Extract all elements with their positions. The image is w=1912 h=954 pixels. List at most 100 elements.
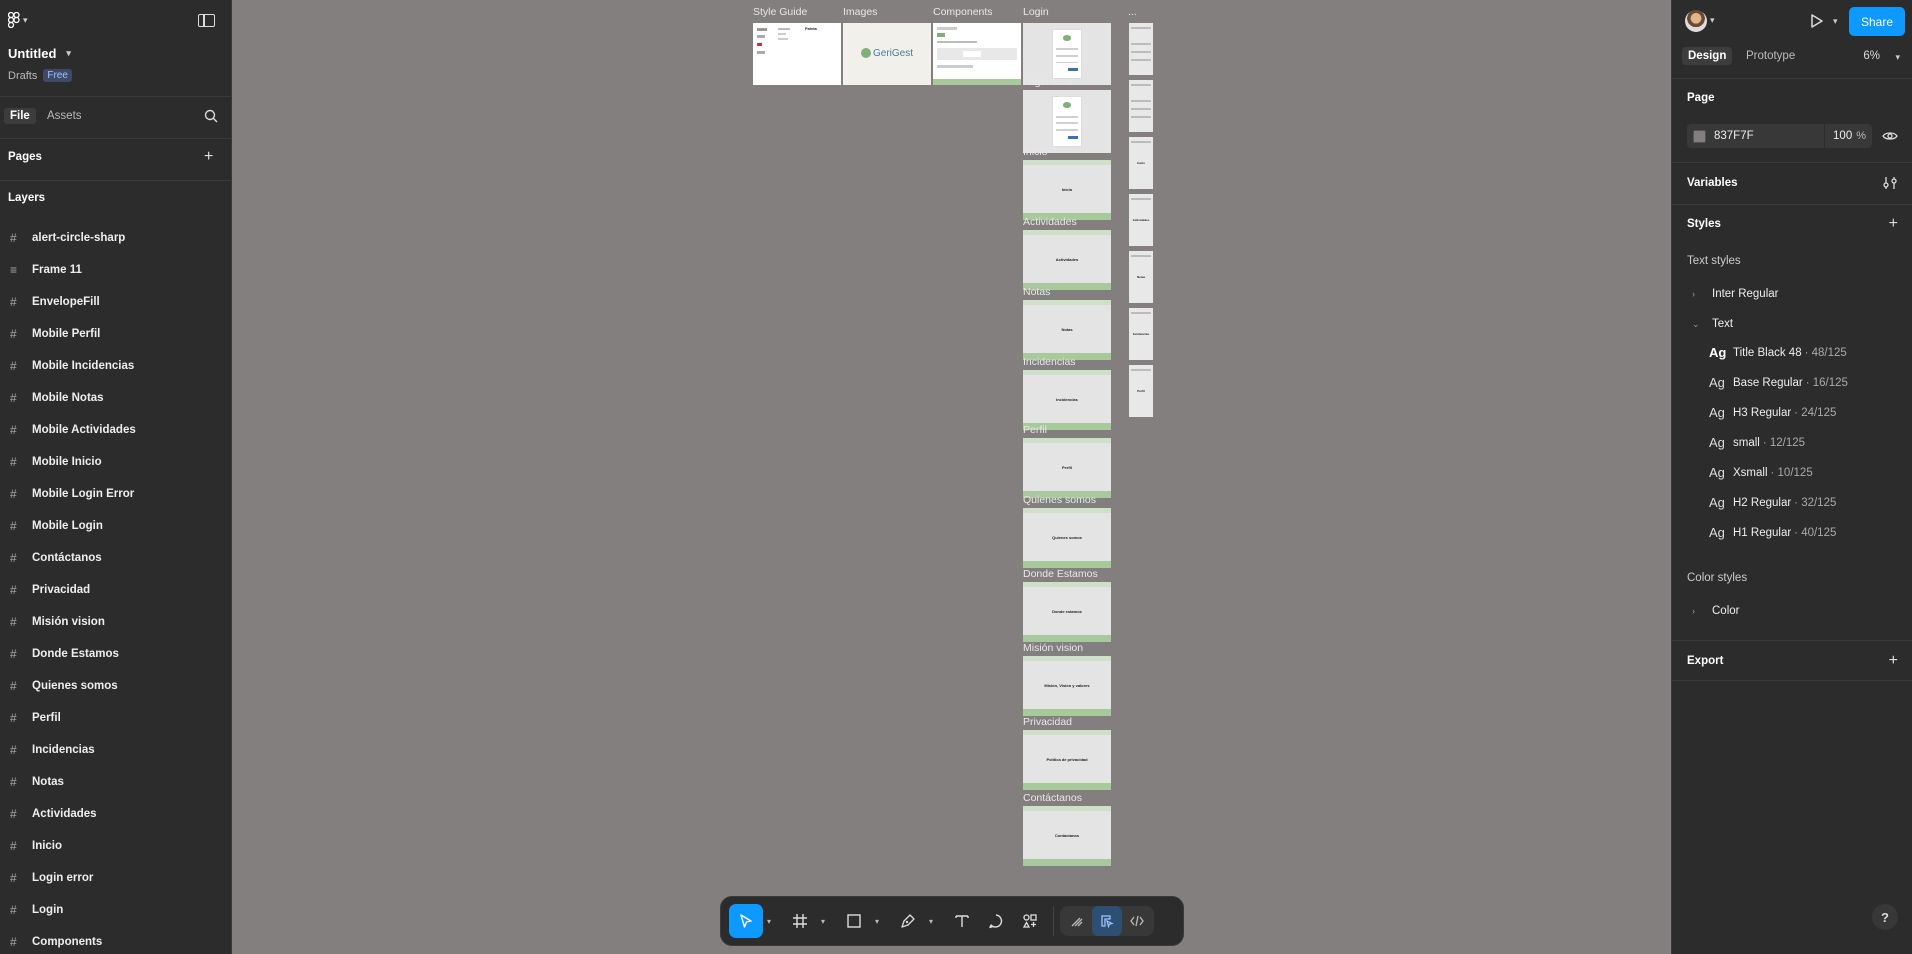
- layer-item[interactable]: # Inicio: [0, 830, 232, 862]
- frame-components[interactable]: [933, 23, 1021, 85]
- mobile-frame-thumbnail[interactable]: Notas: [1129, 251, 1153, 303]
- add-page-button[interactable]: +: [204, 149, 213, 165]
- file-title-button[interactable]: Untitled ▾: [8, 46, 71, 61]
- frame-label-style-guide[interactable]: Style Guide: [753, 6, 807, 18]
- layer-item[interactable]: # Mobile Actividades: [0, 414, 232, 446]
- layer-item[interactable]: # Contáctanos: [0, 542, 232, 574]
- mobile-frame-thumbnail[interactable]: [1129, 80, 1153, 132]
- frame-label[interactable]: Inicio: [1023, 146, 1048, 158]
- chevron-down-icon[interactable]: ▾: [925, 917, 937, 926]
- sidebar-toggle-icon[interactable]: [198, 14, 215, 27]
- shape-tool-button[interactable]: [837, 904, 871, 938]
- text-style-item[interactable]: Ag Title Black 48 · 48/125: [1709, 345, 1847, 360]
- layer-item[interactable]: # Privacidad: [0, 574, 232, 606]
- help-button[interactable]: ?: [1872, 904, 1898, 930]
- frame-label-login[interactable]: Login: [1023, 6, 1049, 18]
- frame-thumbnail[interactable]: Política de privacidad: [1023, 730, 1111, 790]
- dev-mode-button[interactable]: [1122, 906, 1152, 936]
- search-icon[interactable]: [204, 109, 218, 123]
- chevron-down-icon[interactable]: ▾: [1710, 15, 1715, 26]
- eye-icon[interactable]: [1882, 128, 1898, 144]
- layer-item[interactable]: # alert-circle-sharp: [0, 222, 232, 254]
- tab-design[interactable]: Design: [1682, 47, 1733, 65]
- text-style-item[interactable]: Ag H2 Regular · 32/125: [1709, 495, 1836, 510]
- layer-item[interactable]: # Quienes somos: [0, 670, 232, 702]
- chevron-down-icon[interactable]: ▾: [1833, 16, 1838, 27]
- frame-thumbnail[interactable]: Actividades: [1023, 230, 1111, 290]
- layer-item[interactable]: # Login error: [0, 862, 232, 894]
- frame-label[interactable]: Quienes somos: [1023, 494, 1096, 506]
- chevron-down-icon[interactable]: ▾: [817, 917, 829, 926]
- layer-item[interactable]: # Perfil: [0, 702, 232, 734]
- frame-label[interactable]: Notas: [1023, 286, 1050, 298]
- design-mode-button[interactable]: [1092, 906, 1122, 936]
- variables-sliders-icon[interactable]: [1882, 176, 1898, 190]
- frame-thumbnail[interactable]: Inicio: [1023, 160, 1111, 220]
- mobile-frame-thumbnail[interactable]: Inicio: [1129, 137, 1153, 189]
- file-location[interactable]: Drafts: [8, 70, 37, 82]
- mobile-frame-thumbnail[interactable]: Perfil: [1129, 365, 1153, 417]
- layer-item[interactable]: # Donde Estamos: [0, 638, 232, 670]
- zoom-level[interactable]: 6%: [1863, 50, 1880, 62]
- draw-mode-button[interactable]: [1062, 906, 1092, 936]
- add-export-button[interactable]: +: [1889, 653, 1898, 669]
- frame-label[interactable]: Perfil: [1023, 424, 1047, 436]
- frame-thumbnail[interactable]: Perfil: [1023, 438, 1111, 498]
- frame-label-images[interactable]: Images: [843, 6, 877, 18]
- share-button[interactable]: Share: [1849, 7, 1905, 36]
- comment-tool-button[interactable]: [979, 904, 1013, 938]
- tab-assets[interactable]: Assets: [41, 108, 88, 124]
- canvas[interactable]: Style Guide Images Components Login ... …: [233, 0, 1671, 954]
- layer-item[interactable]: # Actividades: [0, 798, 232, 830]
- frame-thumbnail[interactable]: Quienes somos: [1023, 508, 1111, 568]
- layer-item[interactable]: # Mobile Login: [0, 510, 232, 542]
- layer-item[interactable]: # EnvelopeFill: [0, 286, 232, 318]
- tab-prototype[interactable]: Prototype: [1740, 47, 1801, 65]
- add-style-button[interactable]: +: [1889, 216, 1898, 232]
- layer-item[interactable]: # Mobile Notas: [0, 382, 232, 414]
- layer-item[interactable]: # Mobile Inicio: [0, 446, 232, 478]
- mobile-frame-thumbnail[interactable]: Incidencias: [1129, 308, 1153, 360]
- text-style-item[interactable]: Ag H1 Regular · 40/125: [1709, 525, 1836, 540]
- layer-item[interactable]: # Misión vision: [0, 606, 232, 638]
- variables-header[interactable]: Variables: [1687, 177, 1738, 189]
- layer-item[interactable]: # Mobile Login Error: [0, 478, 232, 510]
- text-style-group-text[interactable]: ⌄ Text: [1692, 318, 1733, 330]
- frame-thumbnail[interactable]: Misión, Visión y valores: [1023, 656, 1111, 716]
- text-style-group-inter[interactable]: › Inter Regular: [1692, 288, 1778, 300]
- frame-thumbnail[interactable]: Notas: [1023, 300, 1111, 360]
- plan-badge[interactable]: Free: [43, 69, 72, 82]
- frame-style-guide[interactable]: Paleta: [753, 23, 841, 85]
- mobile-frame-thumbnail[interactable]: Actividades: [1129, 194, 1153, 246]
- layer-item[interactable]: # Incidencias: [0, 734, 232, 766]
- frame-label[interactable]: Incidencias: [1023, 356, 1076, 368]
- frame-thumbnail[interactable]: [1023, 90, 1111, 153]
- layer-item[interactable]: # Login: [0, 894, 232, 926]
- frame-label[interactable]: Actividades: [1023, 216, 1077, 228]
- move-tool-button[interactable]: [729, 904, 763, 938]
- frame-label-components[interactable]: Components: [933, 6, 993, 18]
- frame-thumbnail[interactable]: Contáctanos: [1023, 806, 1111, 866]
- layer-item[interactable]: # Mobile Incidencias: [0, 350, 232, 382]
- layer-item[interactable]: # Mobile Perfil: [0, 318, 232, 350]
- present-play-icon[interactable]: [1807, 12, 1825, 30]
- page-opacity-field[interactable]: 100 %: [1824, 124, 1872, 148]
- user-avatar[interactable]: [1685, 10, 1707, 32]
- page-color-field[interactable]: 837F7F 100 %: [1687, 124, 1872, 148]
- pen-tool-button[interactable]: [891, 904, 925, 938]
- mobile-frame-thumbnail[interactable]: [1129, 23, 1153, 75]
- tab-file[interactable]: File: [4, 108, 36, 124]
- page-color-hex[interactable]: 837F7F: [1714, 130, 1814, 142]
- frame-label[interactable]: Donde Estamos: [1023, 568, 1098, 580]
- chevron-down-icon[interactable]: ▾: [763, 917, 775, 926]
- page-color-swatch[interactable]: [1693, 129, 1706, 143]
- frame-tool-button[interactable]: [783, 904, 817, 938]
- text-style-item[interactable]: Ag small · 12/125: [1709, 435, 1805, 450]
- frame-label[interactable]: Privacidad: [1023, 716, 1072, 728]
- frame-label[interactable]: Misión vision: [1023, 642, 1083, 654]
- frame-label[interactable]: Contáctanos: [1023, 792, 1082, 804]
- text-style-item[interactable]: Ag H3 Regular · 24/125: [1709, 405, 1836, 420]
- frame-thumbnail[interactable]: Donde estamos: [1023, 582, 1111, 642]
- text-style-item[interactable]: Ag Xsmall · 10/125: [1709, 465, 1813, 480]
- chevron-down-icon[interactable]: ▾: [871, 917, 883, 926]
